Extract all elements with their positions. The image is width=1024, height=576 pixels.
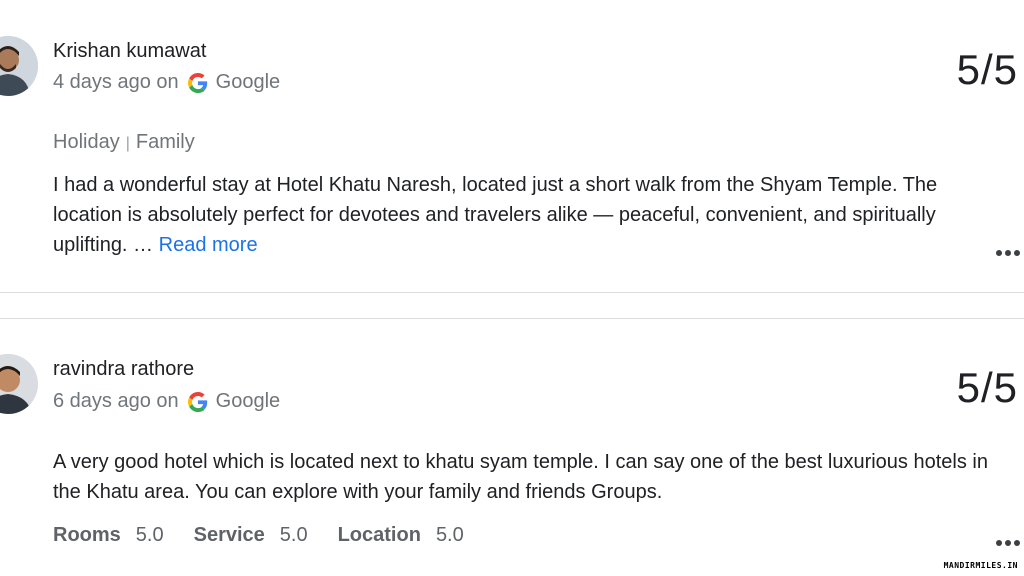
avatar[interactable] [0, 354, 38, 414]
rating-location: Location 5.0 [338, 524, 464, 547]
review-time: 4 days ago on [53, 71, 179, 93]
rating-label: Service [193, 524, 265, 546]
rating-rooms: Rooms 5.0 [53, 524, 164, 547]
rating-value: 5.0 [135, 524, 164, 546]
rating-label: Rooms [53, 524, 121, 546]
review-meta: 4 days ago on Google [53, 71, 280, 94]
more-horizontal-icon[interactable] [996, 250, 1020, 256]
google-g-icon [187, 391, 208, 412]
review-source: Google [215, 71, 281, 93]
review-score: 5/5 [956, 46, 1018, 93]
review-score: 5/5 [956, 364, 1018, 411]
review-time: 6 days ago on [53, 390, 179, 412]
review-text: I had a wonderful stay at Hotel Khatu Na… [53, 170, 993, 260]
avatar[interactable] [0, 36, 38, 96]
read-more-link[interactable]: Read more [159, 234, 258, 256]
rating-service: Service 5.0 [194, 524, 308, 547]
review-card: Krishan kumawat 4 days ago on Google 5/5… [0, 0, 1024, 292]
tag-separator: | [125, 135, 130, 152]
review-meta: 6 days ago on Google [53, 390, 280, 413]
rating-value: 5.0 [279, 524, 308, 546]
review-tags: Holiday | Family [53, 131, 195, 154]
rating-value: 5.0 [435, 524, 464, 546]
tag: Holiday [53, 131, 120, 153]
watermark: MANDIRMILES.IN [943, 561, 1018, 570]
review-text: A very good hotel which is located next … [53, 447, 993, 507]
more-horizontal-icon[interactable] [996, 540, 1020, 546]
review-body: A very good hotel which is located next … [53, 451, 988, 503]
google-g-icon [187, 72, 208, 93]
sub-ratings: Rooms 5.0 Service 5.0 Location 5.0 [53, 524, 494, 547]
review-card: ravindra rathore 6 days ago on Google 5/… [0, 318, 1024, 576]
rating-label: Location [337, 524, 421, 546]
author-name[interactable]: ravindra rathore [53, 358, 194, 381]
tag: Family [135, 131, 195, 153]
review-source: Google [215, 390, 281, 412]
divider [0, 292, 1024, 293]
author-name[interactable]: Krishan kumawat [53, 40, 206, 63]
